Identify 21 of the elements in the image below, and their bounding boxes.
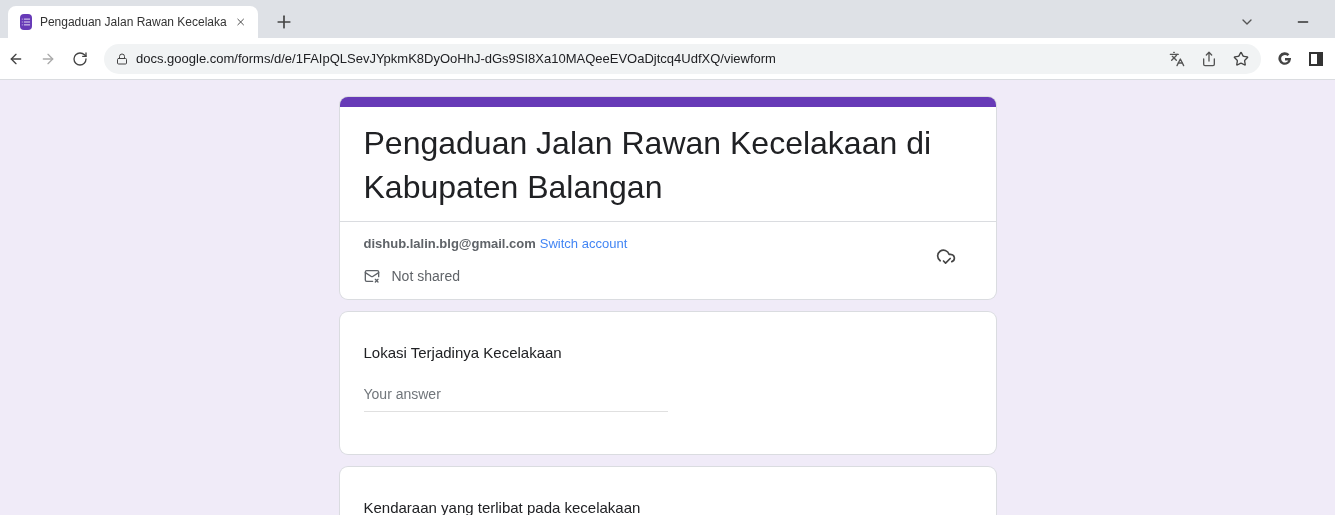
star-icon[interactable] [1233,50,1249,67]
side-panel-icon[interactable] [1309,51,1323,66]
switch-account-link[interactable]: Switch account [539,234,628,254]
sharing-status: Not shared [391,266,460,286]
tab-title: Pengaduan Jalan Rawan Kecelaka [39,14,227,31]
reload-icon[interactable] [72,50,88,67]
question-label: Lokasi Terjadinya Kecelakaan [363,342,563,363]
browser-tab[interactable]: Pengaduan Jalan Rawan Kecelaka [8,6,258,38]
form-title: Pengaduan Jalan Rawan Kecelakaan di Kabupaten Balangan [339,107,996,222]
answer-field[interactable]: Your answer [363,384,668,412]
address-bar[interactable]: docs.google.com/forms/d/e/1FAIpQLSevJYpkmK8DyOoHhJ-dGs9SI8Xa10MAQeeEVOaDjtcq4UdfXQ/viewform [104,43,1261,74]
translate-icon[interactable] [1169,50,1185,67]
account-email: dishub.lalin.blg@gmail.com [363,235,536,253]
lock-icon [116,52,128,65]
url-text: docs.google.com/forms/d/e/1FAIpQLSevJYpkmK8DyOoHhJ-dGs9SI8Xa10MAQeeEVOaDjtcq4UdfXQ/viewform [136,49,776,68]
g-extension-icon[interactable] [1277,50,1293,67]
cloud-check-icon [935,246,956,266]
share-icon[interactable] [1201,50,1217,67]
question-label: Kendaraan yang terlibat pada kecelakaan [363,497,642,515]
mail-icon [363,268,380,284]
forms-icon [20,14,32,30]
